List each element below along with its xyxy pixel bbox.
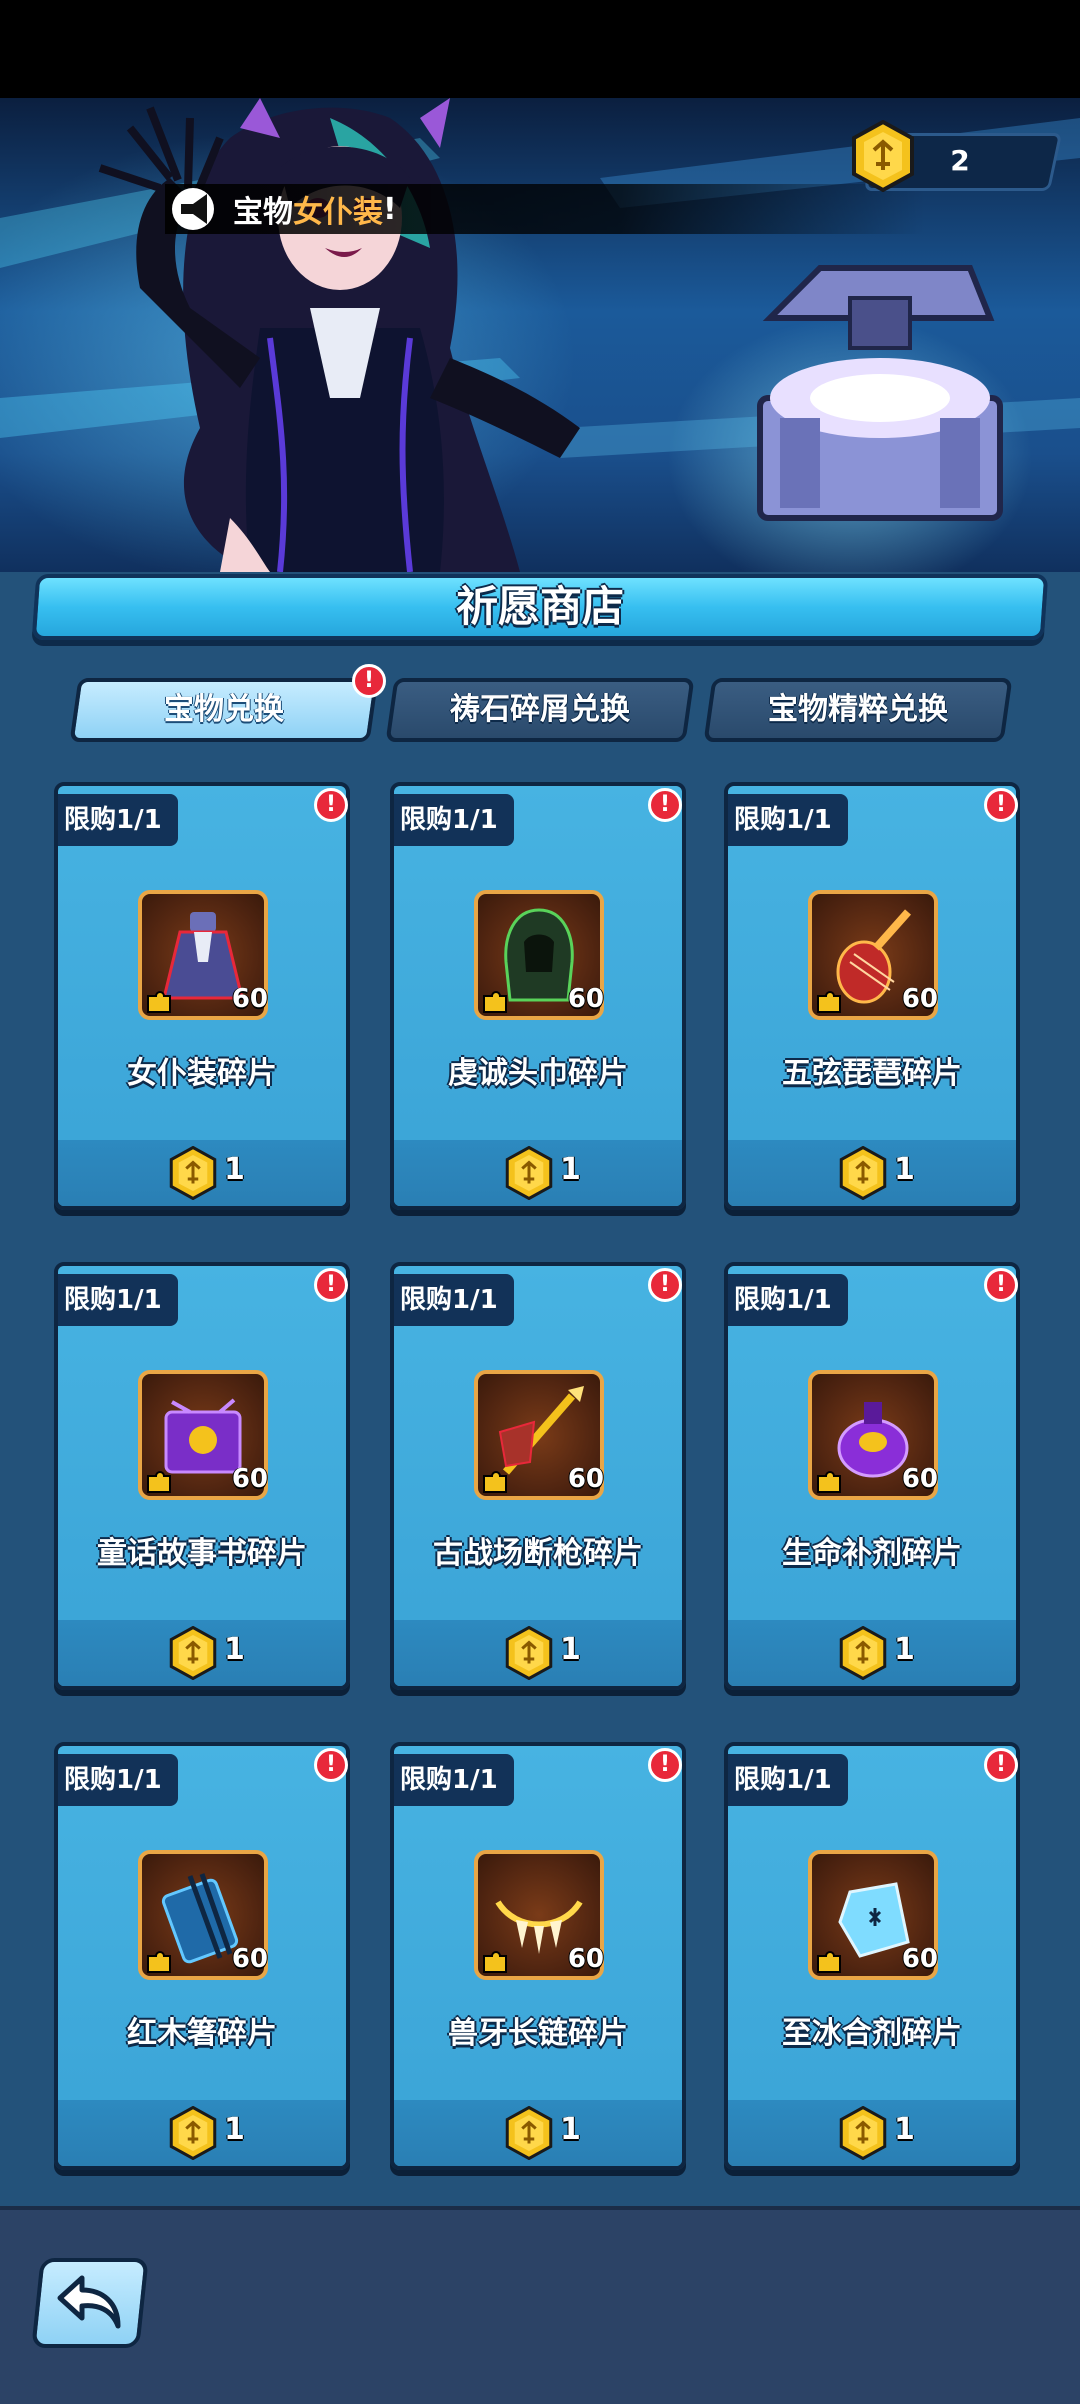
item-notification-badge: ! bbox=[648, 788, 682, 822]
item-notification-badge: ! bbox=[648, 1268, 682, 1302]
item-price: 1 bbox=[560, 1632, 581, 1667]
purchase-limit: 限购1/1 bbox=[58, 1754, 178, 1806]
item-name: 至冰合剂碎片 bbox=[782, 2016, 962, 2051]
tab-treasure-exchange-label: 宝物兑换 bbox=[164, 692, 284, 727]
wish-coin-icon bbox=[505, 1626, 553, 1680]
purchase-limit: 限购1/1 bbox=[58, 1274, 178, 1326]
fragment-quantity: 60 bbox=[567, 1464, 604, 1494]
fragment-quantity: 60 bbox=[901, 1944, 938, 1974]
shop-item-card[interactable]: 限购1/1 60 红木箸碎片 1 bbox=[54, 1742, 350, 2170]
item-notification-badge: ! bbox=[314, 1748, 348, 1782]
fragment-quantity: 60 bbox=[231, 1464, 268, 1494]
shop-item-card[interactable]: 限购1/1 60 虔诚头巾碎片 1 bbox=[390, 782, 686, 1210]
fragment-icon bbox=[817, 1471, 841, 1493]
item-price: 1 bbox=[894, 1152, 915, 1187]
purchase-limit: 限购1/1 bbox=[58, 794, 178, 846]
item-price: 1 bbox=[894, 1632, 915, 1667]
treasure-chest bbox=[757, 265, 1003, 521]
fragment-icon bbox=[147, 991, 171, 1013]
purchase-limit: 限购1/1 bbox=[728, 794, 848, 846]
item-price: 1 bbox=[224, 1632, 245, 1667]
purchase-limit: 限购1/1 bbox=[394, 1274, 514, 1326]
shop-item-card[interactable]: 限购1/1 60 五弦琵琶碎片 1 bbox=[724, 782, 1020, 1210]
shop-item-card[interactable]: 限购1/1 60 兽牙长链碎片 1 bbox=[390, 1742, 686, 2170]
item-name: 虔诚头巾碎片 bbox=[448, 1056, 628, 1091]
item-name: 童话故事书碎片 bbox=[97, 1536, 307, 1571]
item-price: 1 bbox=[560, 1152, 581, 1187]
item-name: 女仆装碎片 bbox=[127, 1056, 277, 1091]
item-notification-badge: ! bbox=[314, 788, 348, 822]
shop-item-card[interactable]: 限购1/1 60 至冰合剂碎片 1 bbox=[724, 1742, 1020, 2170]
tab-notification-badge: ! bbox=[352, 664, 386, 698]
item-notification-badge: ! bbox=[984, 788, 1018, 822]
wish-coin-icon bbox=[839, 1146, 887, 1200]
wish-coin-icon bbox=[169, 2106, 217, 2160]
item-price: 1 bbox=[224, 2112, 245, 2147]
shop-item-card[interactable]: 限购1/1 60 女仆装碎片 1 bbox=[54, 782, 350, 1210]
notice-prefix: 宝物 bbox=[233, 195, 293, 230]
item-name: 红木箸碎片 bbox=[127, 2016, 277, 2051]
tab-treasure-essence-exchange-label: 宝物精粹兑换 bbox=[768, 692, 948, 727]
fragment-quantity: 60 bbox=[567, 1944, 604, 1974]
item-name: 古战场断枪碎片 bbox=[433, 1536, 643, 1571]
fragment-quantity: 60 bbox=[567, 984, 604, 1014]
wish-coin-icon bbox=[839, 1626, 887, 1680]
status-bar bbox=[0, 0, 1080, 98]
notice-suffix: ! bbox=[383, 191, 397, 227]
coin-count: 2 bbox=[950, 144, 970, 177]
fragment-icon bbox=[147, 1471, 171, 1493]
treasure-notice: 宝物 女仆装! bbox=[165, 184, 925, 234]
notice-highlight: 女仆装 bbox=[293, 195, 383, 230]
shop-item-card[interactable]: 限购1/1 60 生命补剂碎片 1 bbox=[724, 1262, 1020, 1690]
item-notification-badge: ! bbox=[984, 1748, 1018, 1782]
wish-coin-icon bbox=[505, 1146, 553, 1200]
wish-coin-icon bbox=[505, 2106, 553, 2160]
fragment-icon bbox=[483, 991, 507, 1013]
fragment-icon bbox=[817, 991, 841, 1013]
fragment-icon bbox=[483, 1951, 507, 1973]
back-arrow-icon bbox=[57, 2275, 121, 2329]
fragment-quantity: 60 bbox=[231, 1944, 268, 1974]
fragment-quantity: 60 bbox=[231, 984, 268, 1014]
purchase-limit: 限购1/1 bbox=[728, 1754, 848, 1806]
fragment-quantity: 60 bbox=[901, 984, 938, 1014]
item-notification-badge: ! bbox=[314, 1268, 348, 1302]
wish-coin-icon bbox=[839, 2106, 887, 2160]
bottom-bar bbox=[0, 2206, 1080, 2404]
back-button[interactable] bbox=[31, 2258, 149, 2348]
item-name: 生命补剂碎片 bbox=[782, 1536, 962, 1571]
purchase-limit: 限购1/1 bbox=[394, 1754, 514, 1806]
purchase-limit: 限购1/1 bbox=[728, 1274, 848, 1326]
purchase-limit: 限购1/1 bbox=[394, 794, 514, 846]
item-name: 兽牙长链碎片 bbox=[448, 2016, 628, 2051]
tab-prayer-stone-exchange-label: 祷石碎屑兑换 bbox=[450, 692, 630, 727]
item-notification-badge: ! bbox=[984, 1268, 1018, 1302]
shop-item-card[interactable]: 限购1/1 60 古战场断枪碎片 1 bbox=[390, 1262, 686, 1690]
fragment-quantity: 60 bbox=[901, 1464, 938, 1494]
item-price: 1 bbox=[224, 1152, 245, 1187]
shop-item-card[interactable]: 限购1/1 60 童话故事书碎片 1 bbox=[54, 1262, 350, 1690]
item-price: 1 bbox=[894, 2112, 915, 2147]
wish-coin-icon bbox=[169, 1146, 217, 1200]
item-name: 五弦琵琶碎片 bbox=[782, 1056, 962, 1091]
fragment-icon bbox=[817, 1951, 841, 1973]
fragment-icon bbox=[147, 1951, 171, 1973]
item-notification-badge: ! bbox=[648, 1748, 682, 1782]
fragment-icon bbox=[483, 1471, 507, 1493]
wish-coin-icon bbox=[169, 1626, 217, 1680]
megaphone-icon bbox=[172, 188, 214, 230]
item-price: 1 bbox=[560, 2112, 581, 2147]
wish-coin-icon bbox=[852, 120, 914, 192]
page-title: 祈愿商店 bbox=[455, 582, 624, 631]
